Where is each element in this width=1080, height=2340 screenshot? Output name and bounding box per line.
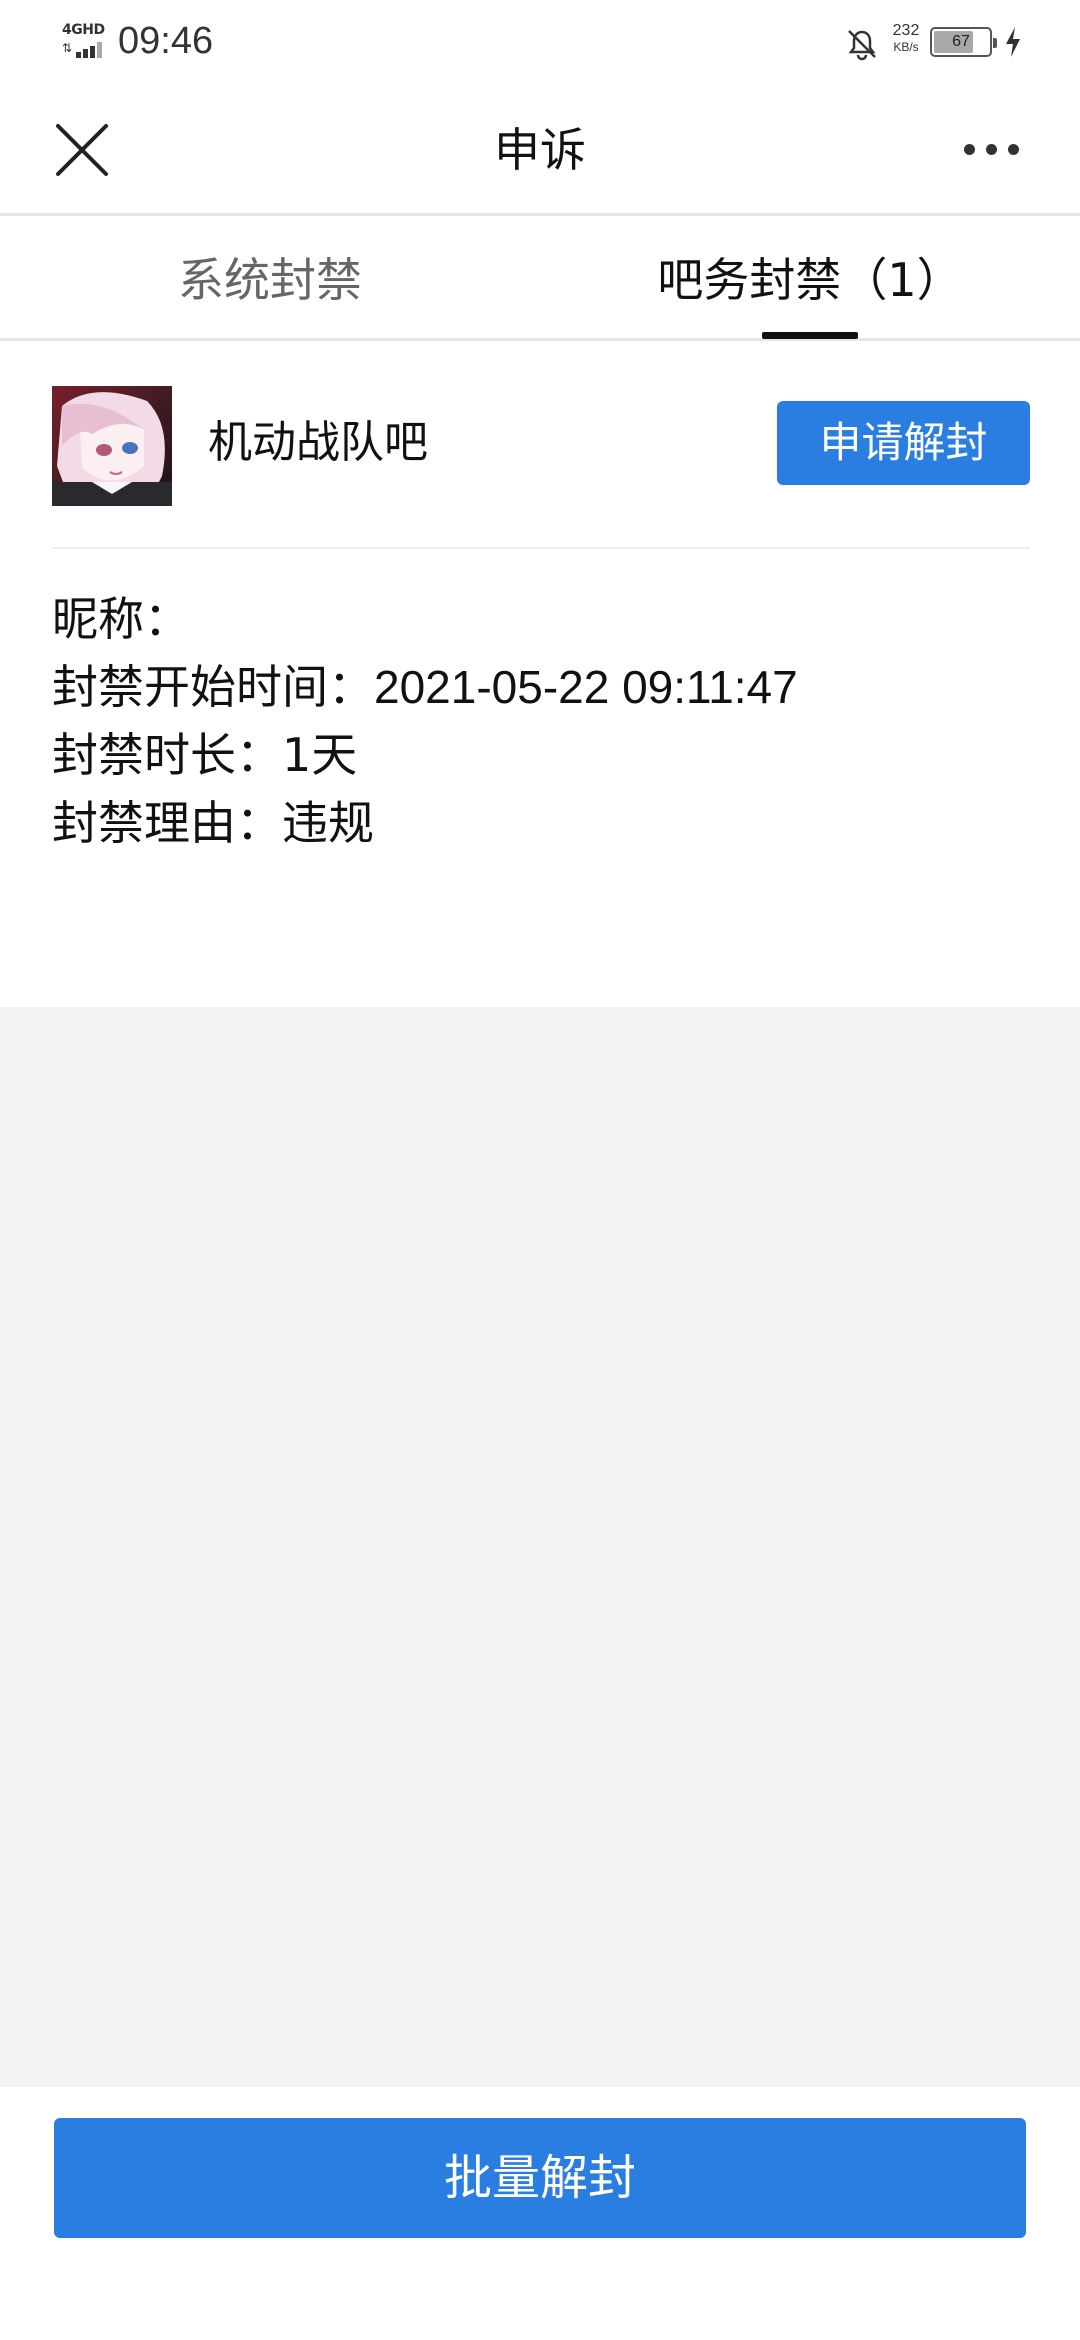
signal-bars-icon <box>76 42 112 58</box>
net-speed-value: 232 <box>892 22 920 39</box>
nickname-label: 昵称： <box>52 592 190 646</box>
tab-forum-admin-ban[interactable]: 吧务封禁（1） <box>540 219 1080 341</box>
ban-reason-label: 封禁理由： <box>52 796 282 850</box>
clock: 09:46 <box>118 20 214 62</box>
ban-reason-value: 违规 <box>282 796 374 850</box>
active-tab-indicator <box>762 332 858 339</box>
page-title: 申诉 <box>494 123 586 177</box>
batch-unban-button[interactable]: 批量解封 <box>54 2118 1026 2238</box>
battery-level: 67 <box>952 33 970 50</box>
tab-system-ban[interactable]: 系统封禁 <box>0 219 540 341</box>
forum-row: 机动战队吧 申请解封 <box>52 341 1030 549</box>
bell-muted-icon <box>848 30 876 61</box>
nav-bar: 申诉 <box>0 84 1080 216</box>
ban-duration-label: 封禁时长： <box>52 728 282 782</box>
ban-start-value: 2021-05-22 09:11:47 <box>374 661 798 713</box>
status-bar: 4GHD ⇅ 09:46 232 KB/s 67 <box>0 0 1080 84</box>
ban-duration-row: 封禁时长：1天 <box>52 725 357 785</box>
battery-icon: 67 <box>930 27 997 57</box>
signal-icon: 4GHD ⇅ <box>62 22 110 62</box>
more-dots-icon[interactable] <box>960 140 1024 160</box>
data-arrows-icon: ⇅ <box>62 41 73 55</box>
net-speed: 232 KB/s <box>884 22 928 54</box>
charging-icon <box>1006 27 1020 57</box>
empty-list-area <box>0 1007 1080 2087</box>
network-type: 4GHD <box>62 22 105 38</box>
forum-name[interactable]: 机动战队吧 <box>208 413 428 473</box>
ban-start-row: 封禁开始时间：2021-05-22 09:11:47 <box>52 657 798 717</box>
nickname-row: 昵称： <box>52 589 190 649</box>
forum-avatar[interactable] <box>52 386 172 506</box>
ban-record-card: 机动战队吧 申请解封 昵称： 封禁开始时间：2021-05-22 09:11:4… <box>0 341 1080 1007</box>
ban-start-label: 封禁开始时间： <box>52 660 374 714</box>
ban-reason-row: 封禁理由：违规 <box>52 793 374 853</box>
net-speed-unit: KB/s <box>893 40 919 54</box>
bottom-action-bar: 批量解封 <box>0 2087 1080 2340</box>
tab-bar: 系统封禁 吧务封禁（1） <box>0 219 1080 341</box>
ban-duration-value: 1天 <box>282 728 358 782</box>
request-unban-button[interactable]: 申请解封 <box>777 401 1030 485</box>
